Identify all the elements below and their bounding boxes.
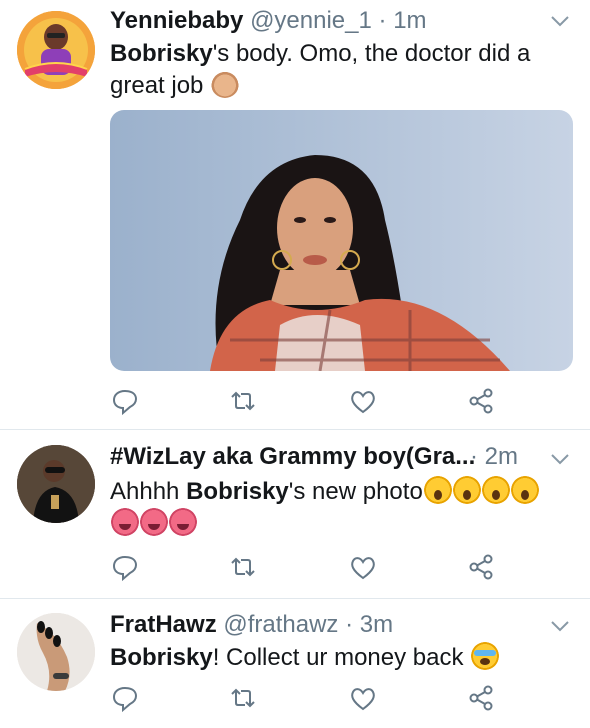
- tweet-text: Ahhhh Bobrisky's new photo: [110, 476, 570, 540]
- retweet-icon[interactable]: [228, 683, 258, 713]
- avatar[interactable]: [17, 613, 95, 691]
- timestamp[interactable]: 2m: [485, 443, 518, 470]
- display-name[interactable]: Yenniebaby: [110, 7, 243, 34]
- share-icon[interactable]: [466, 683, 496, 713]
- avatar[interactable]: [17, 11, 95, 89]
- avatar-image: [17, 11, 95, 89]
- retweet-icon[interactable]: [228, 552, 258, 582]
- reply-icon[interactable]: [110, 683, 140, 713]
- tweet-actions: [110, 552, 510, 582]
- tweet-text: Bobrisky! Collect ur money back: [110, 642, 570, 674]
- tweet-1[interactable]: Yenniebaby @yennie_1 · 1m Bobrisky's bod…: [0, 0, 590, 428]
- clapping-hands-icon: [211, 70, 240, 98]
- tweet-header: FratHawz @frathawz · 3m: [110, 610, 393, 640]
- mention-bold: Bobrisky: [110, 40, 213, 67]
- avatar-image: [17, 613, 95, 691]
- mention-bold: Bobrisky: [110, 644, 213, 671]
- separator: ·: [378, 7, 387, 34]
- hot-face-icon: [140, 508, 168, 536]
- tweet-text-content: 's new photo: [288, 478, 423, 505]
- username[interactable]: @frathawz: [223, 611, 338, 638]
- face-screaming-in-fear-icon: [481, 476, 510, 504]
- mention-bold: Bobrisky: [186, 478, 289, 505]
- tweet-actions: [110, 386, 510, 416]
- tweet-header: Yenniebaby @yennie_1 · 1m: [110, 6, 427, 36]
- share-icon[interactable]: [466, 552, 496, 582]
- tweet-photo[interactable]: [110, 110, 573, 371]
- avatar-image: [17, 445, 95, 523]
- reply-icon[interactable]: [110, 386, 140, 416]
- reply-icon[interactable]: [110, 552, 140, 582]
- chevron-down-icon[interactable]: [549, 14, 571, 28]
- face-screaming-in-fear-icon: [452, 476, 481, 504]
- hot-face-icon: [111, 508, 139, 536]
- chevron-down-icon[interactable]: [549, 619, 571, 633]
- tweet-text-prefix: Ahhhh: [110, 478, 187, 505]
- tweet-text: Bobrisky's body. Omo, the doctor did a g…: [110, 38, 570, 102]
- username[interactable]: @yennie_1: [250, 7, 372, 34]
- tweet-3[interactable]: FratHawz @frathawz · 3m Bobrisky! Collec…: [0, 599, 590, 728]
- avatar[interactable]: [17, 445, 95, 523]
- chevron-down-icon[interactable]: [549, 452, 571, 466]
- hot-face-icon: [169, 508, 197, 536]
- share-icon[interactable]: [466, 386, 496, 416]
- tweet-actions: [110, 683, 510, 713]
- display-name[interactable]: #WizLay aka Grammy boy(Gra...: [110, 443, 475, 470]
- tweet-meta: · 2m: [470, 442, 518, 472]
- tweet-header: #WizLay aka Grammy boy(Gra...: [110, 442, 475, 472]
- photo-image: [110, 110, 573, 371]
- timestamp[interactable]: 3m: [360, 611, 393, 638]
- timestamp[interactable]: 1m: [393, 7, 426, 34]
- retweet-icon[interactable]: [228, 386, 258, 416]
- separator: ·: [345, 611, 354, 638]
- like-icon[interactable]: [348, 552, 378, 582]
- face-screaming-in-fear-icon: [423, 476, 452, 504]
- like-icon[interactable]: [348, 386, 378, 416]
- tweet-text-content: ! Collect ur money back: [212, 644, 464, 671]
- like-icon[interactable]: [348, 683, 378, 713]
- face-screaming-in-fear-icon: [510, 476, 539, 504]
- separator: ·: [470, 443, 478, 470]
- tweet-2[interactable]: #WizLay aka Grammy boy(Gra... · 2m Ahhhh…: [0, 430, 590, 598]
- display-name[interactable]: FratHawz: [110, 611, 217, 638]
- loudly-crying-face-icon: [471, 642, 500, 670]
